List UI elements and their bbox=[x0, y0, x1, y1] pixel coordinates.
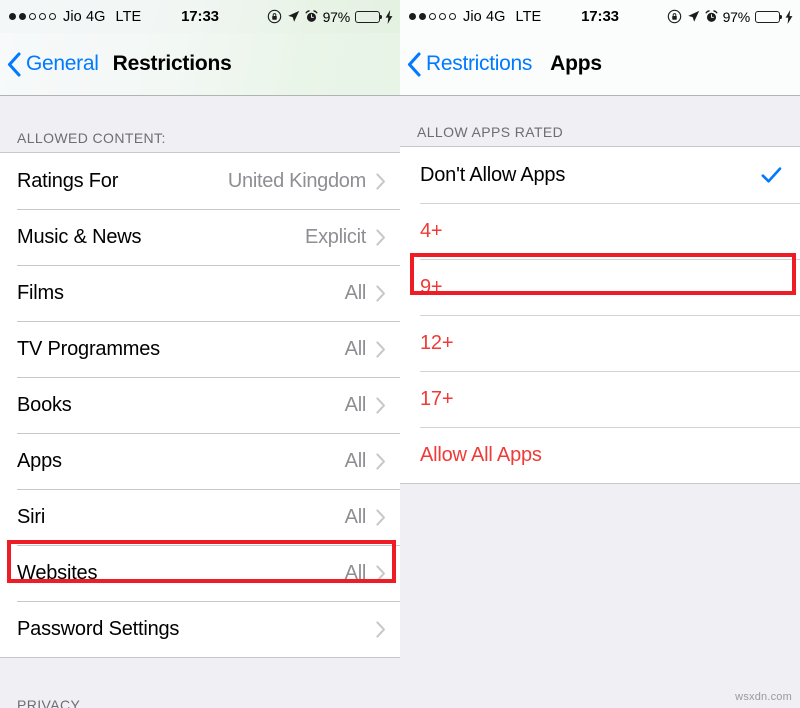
page-title-restrictions: Restrictions bbox=[112, 52, 232, 75]
alarm-clock-icon bbox=[305, 10, 318, 22]
screenshot-pair: Jio 4G LTE 17:33 97% General Restriction… bbox=[0, 0, 800, 708]
alarm-clock-icon bbox=[705, 10, 718, 22]
chevron-right-icon bbox=[376, 396, 385, 414]
list-item-films[interactable]: Films All bbox=[0, 265, 400, 321]
back-button-restrictions[interactable]: Restrictions bbox=[407, 51, 533, 77]
list-item-websites[interactable]: Websites All bbox=[0, 545, 400, 601]
list-item-music-and-news[interactable]: Music & News Explicit bbox=[0, 209, 400, 265]
chevron-right-icon bbox=[376, 228, 385, 246]
chevron-left-icon bbox=[407, 51, 421, 77]
status-bar-right-group: 97% bbox=[267, 9, 393, 25]
list-item-ratings-for[interactable]: Ratings For United Kingdom bbox=[0, 153, 400, 209]
list-item-siri[interactable]: Siri All bbox=[0, 489, 400, 545]
list-item-label: Don't Allow Apps bbox=[420, 163, 566, 186]
rotation-lock-icon bbox=[267, 9, 281, 24]
section-header-privacy: PRIVACY bbox=[17, 697, 81, 708]
section-header-allowed-content: ALLOWED CONTENT: bbox=[17, 130, 166, 146]
rotation-lock-icon bbox=[667, 9, 681, 24]
status-bar-right: Jio 4G LTE 17:33 97% bbox=[400, 0, 800, 33]
chevron-right-icon bbox=[376, 564, 385, 582]
list-item-label: 17+ bbox=[420, 387, 454, 410]
chevron-left-icon bbox=[7, 51, 21, 77]
chevron-right-icon bbox=[376, 284, 385, 302]
battery-percent-label: 97% bbox=[722, 8, 751, 25]
location-arrow-icon bbox=[687, 10, 699, 22]
allow-apps-rated-list: Don't Allow Apps 4+ 9+ 12+ 17+ Allow All… bbox=[400, 146, 800, 484]
right-phone-screen: Jio 4G LTE 17:33 97% Restrictions Apps A… bbox=[400, 0, 800, 708]
chevron-right-icon bbox=[376, 340, 385, 358]
list-item-detail: Explicit bbox=[305, 225, 366, 248]
location-arrow-icon bbox=[287, 10, 299, 22]
list-item-detail: All bbox=[344, 505, 367, 528]
list-item-label: Films bbox=[17, 281, 64, 304]
nav-bar-right: Restrictions Apps bbox=[400, 33, 800, 96]
battery-icon bbox=[355, 10, 383, 23]
list-item-label: Password Settings bbox=[17, 617, 180, 640]
list-item-label: Ratings For bbox=[17, 169, 119, 192]
list-item-detail: All bbox=[344, 281, 367, 304]
list-item-label: 9+ bbox=[420, 275, 443, 298]
back-button-label: Restrictions bbox=[426, 52, 533, 75]
list-item-label: Apps bbox=[17, 449, 62, 472]
list-item-label: 4+ bbox=[420, 219, 443, 242]
list-item-allow-all-apps[interactable]: Allow All Apps bbox=[400, 427, 800, 483]
list-item-tv-programmes[interactable]: TV Programmes All bbox=[0, 321, 400, 377]
watermark: wsxdn.com bbox=[735, 691, 792, 703]
list-item-label: TV Programmes bbox=[17, 337, 160, 360]
section-header-allow-apps-rated: ALLOW APPS RATED bbox=[417, 124, 564, 140]
status-bar-right-group: 97% bbox=[667, 9, 793, 25]
chevron-right-icon bbox=[376, 172, 385, 190]
list-item-detail: United Kingdom bbox=[227, 169, 366, 192]
list-item-rating-4-plus[interactable]: 4+ bbox=[400, 203, 800, 259]
checkmark-icon bbox=[761, 166, 782, 183]
list-item-label: Websites bbox=[17, 561, 98, 584]
battery-percent-label: 97% bbox=[322, 8, 351, 25]
chevron-right-icon bbox=[376, 620, 385, 638]
chevron-right-icon bbox=[376, 452, 385, 470]
back-button-label: General bbox=[26, 52, 99, 75]
battery-icon bbox=[755, 10, 783, 23]
nav-bar-left: General Restrictions bbox=[0, 33, 400, 96]
page-title-apps: Apps bbox=[550, 52, 602, 75]
list-item-books[interactable]: Books All bbox=[0, 377, 400, 433]
list-item-dont-allow-apps[interactable]: Don't Allow Apps bbox=[400, 147, 800, 203]
list-item-password-settings[interactable]: Password Settings bbox=[0, 601, 400, 657]
list-item-detail: All bbox=[344, 561, 367, 584]
list-item-label: Allow All Apps bbox=[420, 443, 542, 466]
list-item-detail: All bbox=[344, 337, 367, 360]
list-item-rating-9-plus[interactable]: 9+ bbox=[400, 259, 800, 315]
list-item-label: Books bbox=[17, 393, 72, 416]
list-item-label: Music & News bbox=[17, 225, 142, 248]
chevron-right-icon bbox=[376, 508, 385, 526]
list-item-apps[interactable]: Apps All bbox=[0, 433, 400, 489]
charging-bolt-icon bbox=[785, 9, 793, 24]
list-item-detail: All bbox=[344, 449, 367, 472]
charging-bolt-icon bbox=[385, 9, 393, 24]
list-item-rating-17-plus[interactable]: 17+ bbox=[400, 371, 800, 427]
left-phone-screen: Jio 4G LTE 17:33 97% General Restriction… bbox=[0, 0, 400, 708]
back-button-general[interactable]: General bbox=[7, 51, 99, 77]
status-bar-left: Jio 4G LTE 17:33 97% bbox=[0, 0, 400, 33]
list-item-label: 12+ bbox=[420, 331, 454, 354]
list-item-rating-12-plus[interactable]: 12+ bbox=[400, 315, 800, 371]
left-content-area: ALLOWED CONTENT: Ratings For United King… bbox=[0, 96, 400, 708]
right-content-area: ALLOW APPS RATED Don't Allow Apps 4+ 9+ … bbox=[400, 96, 800, 708]
list-item-label: Siri bbox=[17, 505, 46, 528]
list-item-detail: All bbox=[344, 393, 367, 416]
allowed-content-list: Ratings For United Kingdom Music & News … bbox=[0, 152, 400, 658]
